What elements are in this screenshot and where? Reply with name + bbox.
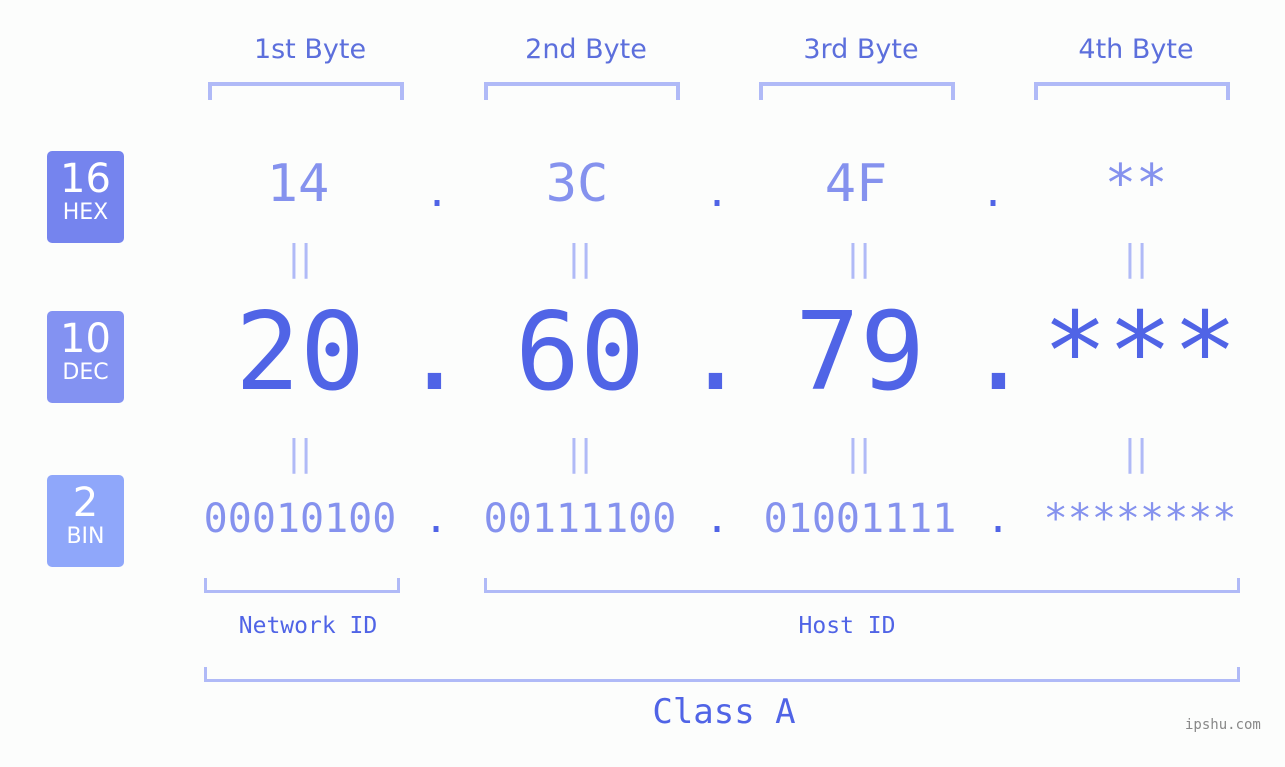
- equals-icon: ||: [567, 238, 593, 279]
- dec-separator-2: .: [683, 290, 749, 415]
- network-id-label: Network ID: [238, 613, 378, 639]
- bin-separator-1: .: [424, 496, 449, 542]
- bin-value-2: 00111100: [483, 496, 677, 542]
- dec-base-number: 10: [60, 316, 111, 362]
- class-label: Class A: [652, 692, 796, 732]
- dec-separator-3: .: [966, 290, 1032, 415]
- network-id-bracket: [204, 578, 400, 593]
- equals-icon: ||: [846, 238, 872, 279]
- byte-label-2: 2nd Byte: [525, 34, 647, 65]
- bin-badge: 2 BIN: [47, 475, 124, 567]
- equals-icon: ||: [1123, 433, 1149, 474]
- equals-icon: ||: [846, 433, 872, 474]
- bin-separator-3: .: [986, 496, 1011, 542]
- byte-label-4: 4th Byte: [1078, 34, 1194, 65]
- dec-value-2: 60: [514, 290, 646, 415]
- byte-bracket-3: [759, 82, 955, 100]
- hex-separator-1: .: [425, 170, 450, 216]
- bin-value-4: ********: [1043, 496, 1237, 542]
- equals-icon: ||: [287, 238, 313, 279]
- bin-separator-2: .: [705, 496, 730, 542]
- dec-badge: 10 DEC: [47, 311, 124, 403]
- hex-separator-3: .: [981, 170, 1006, 216]
- bin-value-3: 01001111: [763, 496, 957, 542]
- dec-separator-1: .: [402, 290, 468, 415]
- class-bracket: [204, 667, 1240, 682]
- hex-badge: 16 HEX: [47, 151, 124, 243]
- dec-base-label: DEC: [62, 360, 109, 385]
- hex-value-3: 4F: [824, 154, 888, 214]
- bin-base-label: BIN: [66, 524, 105, 549]
- dec-value-3: 79: [794, 290, 926, 415]
- bin-value-1: 00010100: [203, 496, 397, 542]
- host-id-label: Host ID: [798, 613, 896, 639]
- dec-value-1: 20: [234, 290, 366, 415]
- equals-icon: ||: [287, 433, 313, 474]
- bin-base-number: 2: [72, 480, 99, 526]
- hex-base-number: 16: [60, 156, 111, 202]
- byte-bracket-1: [208, 82, 404, 100]
- equals-icon: ||: [1123, 238, 1149, 279]
- equals-icon: ||: [567, 433, 593, 474]
- hex-value-2: 3C: [545, 154, 609, 214]
- byte-bracket-2: [484, 82, 680, 100]
- byte-label-1: 1st Byte: [253, 34, 367, 65]
- hex-value-4: **: [1104, 154, 1168, 214]
- watermark: ipshu.com: [1185, 717, 1261, 733]
- host-id-bracket: [484, 578, 1240, 593]
- hex-base-label: HEX: [62, 200, 109, 225]
- dec-value-4: ***: [1042, 290, 1238, 415]
- byte-bracket-4: [1034, 82, 1230, 100]
- hex-separator-2: .: [705, 170, 730, 216]
- byte-label-3: 3rd Byte: [803, 34, 919, 65]
- hex-value-1: 14: [266, 154, 330, 214]
